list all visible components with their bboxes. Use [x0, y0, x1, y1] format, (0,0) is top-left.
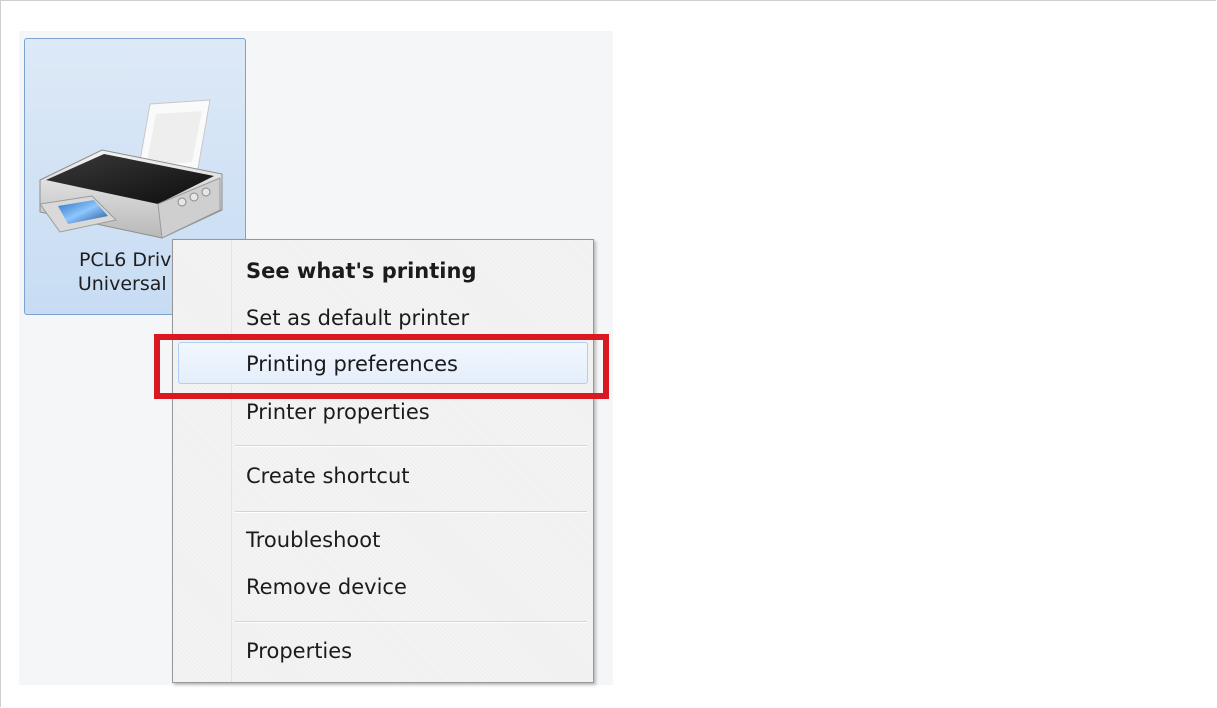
menu-item-printing-preferences[interactable]: Printing preferences [178, 342, 588, 384]
menu-separator [235, 621, 587, 623]
menu-item-label: Troubleshoot [246, 528, 381, 552]
printer-context-menu: See what's printing Set as default print… [172, 239, 594, 683]
menu-item-create-shortcut[interactable]: Create shortcut [178, 454, 588, 496]
menu-item-remove-device[interactable]: Remove device [178, 565, 588, 607]
menu-item-printer-properties[interactable]: Printer properties [178, 390, 588, 432]
menu-item-label: Remove device [246, 575, 407, 599]
menu-item-label: Printer properties [246, 400, 430, 424]
menu-item-label: Create shortcut [246, 464, 410, 488]
menu-item-see-whats-printing[interactable]: See what's printing [178, 249, 588, 291]
menu-item-troubleshoot[interactable]: Troubleshoot [178, 518, 588, 560]
menu-separator [235, 445, 587, 447]
menu-item-set-default-printer[interactable]: Set as default printer [178, 296, 588, 338]
menu-item-properties[interactable]: Properties [178, 629, 588, 671]
menu-separator [235, 511, 587, 513]
menu-item-label: Printing preferences [246, 352, 458, 376]
menu-item-label: See what's printing [246, 259, 477, 283]
menu-item-label: Properties [246, 639, 353, 663]
printer-icon [39, 99, 223, 239]
menu-item-label: Set as default printer [246, 306, 470, 330]
